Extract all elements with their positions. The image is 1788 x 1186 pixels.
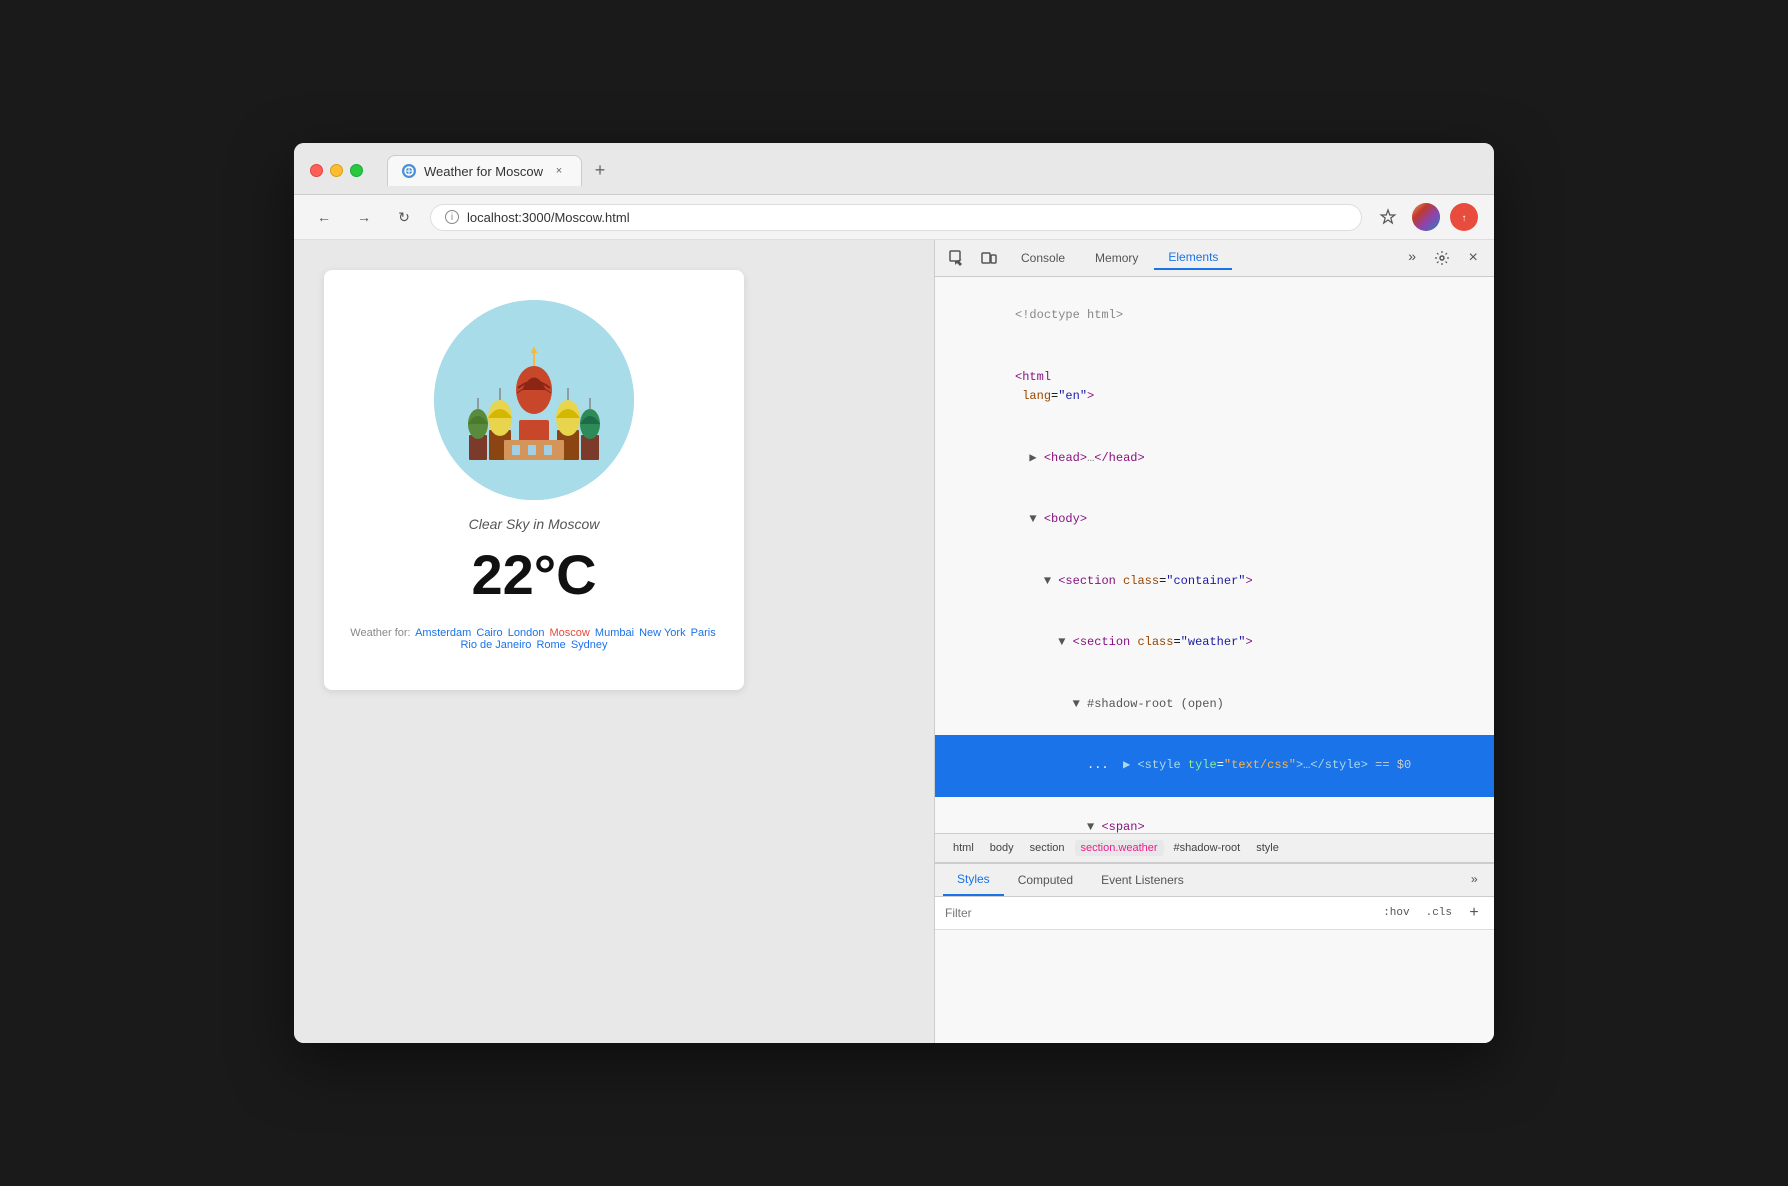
dom-span[interactable]: ▼ <span> bbox=[935, 797, 1494, 833]
forward-button[interactable]: → bbox=[350, 203, 378, 231]
profile-avatar[interactable] bbox=[1412, 203, 1440, 231]
city-link-mumbai[interactable]: Mumbai bbox=[595, 627, 634, 639]
back-button[interactable]: ← bbox=[310, 203, 338, 231]
minimize-window-button[interactable] bbox=[330, 164, 343, 177]
filter-bar: :hov .cls + bbox=[935, 897, 1494, 930]
tab-favicon bbox=[402, 164, 416, 178]
breadcrumb-html[interactable]: html bbox=[947, 840, 980, 856]
device-toolbar-button[interactable] bbox=[975, 244, 1003, 272]
city-link-sydney[interactable]: Sydney bbox=[571, 639, 608, 651]
style-tabs-more[interactable]: » bbox=[1463, 869, 1486, 891]
tab-title: Weather for Moscow bbox=[424, 164, 543, 179]
breadcrumb-shadow-root[interactable]: #shadow-root bbox=[1168, 840, 1247, 856]
style-tab-event-listeners[interactable]: Event Listeners bbox=[1087, 865, 1198, 895]
devtools-close-button[interactable]: × bbox=[1460, 245, 1486, 271]
style-tab-computed[interactable]: Computed bbox=[1004, 865, 1087, 895]
title-bar: Weather for Moscow × + bbox=[294, 143, 1494, 195]
breadcrumb-section[interactable]: section bbox=[1024, 840, 1071, 856]
devtools-panel: Console Memory Elements » × <!doctype ht… bbox=[934, 240, 1494, 1043]
close-window-button[interactable] bbox=[310, 164, 323, 177]
city-link-amsterdam[interactable]: Amsterdam bbox=[415, 627, 471, 639]
style-panel: Styles Computed Event Listeners » :hov .… bbox=[935, 863, 1494, 1043]
dom-html[interactable]: <html lang="en"> bbox=[935, 347, 1494, 428]
weather-for-label: Weather for: bbox=[350, 627, 410, 639]
nav-bar: ← → ↻ i localhost:3000/Moscow.html bbox=[294, 195, 1494, 240]
bookmark-button[interactable] bbox=[1374, 203, 1402, 231]
tab-bar: Weather for Moscow × + bbox=[387, 155, 1478, 186]
maximize-window-button[interactable] bbox=[350, 164, 363, 177]
tab-elements[interactable]: Elements bbox=[1154, 246, 1232, 270]
dom-tree[interactable]: <!doctype html> <html lang="en"> ▶ <head… bbox=[935, 277, 1494, 833]
tab-close-button[interactable]: × bbox=[551, 163, 567, 179]
city-links: Weather for: Amsterdam Cairo London Mosc… bbox=[344, 627, 724, 651]
new-tab-button[interactable]: + bbox=[586, 157, 614, 185]
tab-memory[interactable]: Memory bbox=[1081, 247, 1152, 269]
content-area: Clear Sky in Moscow 22°C Weather for: Am… bbox=[294, 240, 1494, 1043]
address-bar[interactable]: i localhost:3000/Moscow.html bbox=[430, 204, 1362, 231]
reload-button[interactable]: ↻ bbox=[390, 203, 418, 231]
devtools-more-button[interactable]: » bbox=[1400, 246, 1424, 270]
dom-section-container[interactable]: ▼ <section class="container"> bbox=[935, 550, 1494, 612]
dom-head[interactable]: ▶ <head>…</head> bbox=[935, 427, 1494, 489]
security-icon: i bbox=[445, 210, 459, 224]
browser-window: Weather for Moscow × + ← → ↻ i localhost… bbox=[294, 143, 1494, 1043]
browser-viewport: Clear Sky in Moscow 22°C Weather for: Am… bbox=[294, 240, 934, 1043]
dom-body[interactable]: ▼ <body> bbox=[935, 489, 1494, 551]
weather-card: Clear Sky in Moscow 22°C Weather for: Am… bbox=[324, 270, 744, 690]
city-link-new-york[interactable]: New York bbox=[639, 627, 685, 639]
devtools-settings-button[interactable] bbox=[1428, 244, 1456, 272]
dom-breadcrumb: html body section section.weather #shado… bbox=[935, 833, 1494, 863]
moscow-illustration bbox=[434, 300, 634, 500]
weather-description: Clear Sky in Moscow bbox=[469, 516, 600, 532]
traffic-lights bbox=[310, 164, 363, 177]
url-text: localhost:3000/Moscow.html bbox=[467, 210, 630, 225]
cls-filter-button[interactable]: .cls bbox=[1422, 905, 1456, 921]
city-link-rio[interactable]: Rio de Janeiro bbox=[460, 639, 531, 651]
dom-doctype[interactable]: <!doctype html> bbox=[935, 285, 1494, 347]
city-link-rome[interactable]: Rome bbox=[536, 639, 565, 651]
dom-shadow-root[interactable]: ▼ #shadow-root (open) bbox=[935, 674, 1494, 736]
breadcrumb-body[interactable]: body bbox=[984, 840, 1020, 856]
tab-console[interactable]: Console bbox=[1007, 247, 1079, 269]
style-tab-styles[interactable]: Styles bbox=[943, 864, 1004, 896]
city-link-moscow[interactable]: Moscow bbox=[550, 627, 590, 639]
city-link-cairo[interactable]: Cairo bbox=[476, 627, 502, 639]
devtools-tabs: Console Memory Elements bbox=[1007, 246, 1396, 270]
dom-section-weather[interactable]: ▼ <section class="weather"> bbox=[935, 612, 1494, 674]
city-link-london[interactable]: London bbox=[508, 627, 545, 639]
dom-style-selected[interactable]: ... ▶ <style tyle="text/css">…</style> =… bbox=[935, 735, 1494, 797]
update-button[interactable]: ↑ bbox=[1450, 203, 1478, 231]
nav-right-icons: ↑ bbox=[1374, 203, 1478, 231]
browser-tab[interactable]: Weather for Moscow × bbox=[387, 155, 582, 186]
svg-text:↑: ↑ bbox=[1462, 213, 1467, 224]
temperature-display: 22°C bbox=[471, 542, 596, 607]
hov-filter-button[interactable]: :hov bbox=[1379, 905, 1413, 921]
inspect-element-button[interactable] bbox=[943, 244, 971, 272]
filter-input[interactable] bbox=[945, 906, 1145, 920]
breadcrumb-section-weather[interactable]: section.weather bbox=[1075, 840, 1164, 856]
style-tabs: Styles Computed Event Listeners » bbox=[935, 864, 1494, 897]
add-style-button[interactable]: + bbox=[1464, 903, 1484, 923]
city-link-paris[interactable]: Paris bbox=[691, 627, 716, 639]
devtools-toolbar: Console Memory Elements » × bbox=[935, 240, 1494, 277]
breadcrumb-style[interactable]: style bbox=[1250, 840, 1285, 856]
